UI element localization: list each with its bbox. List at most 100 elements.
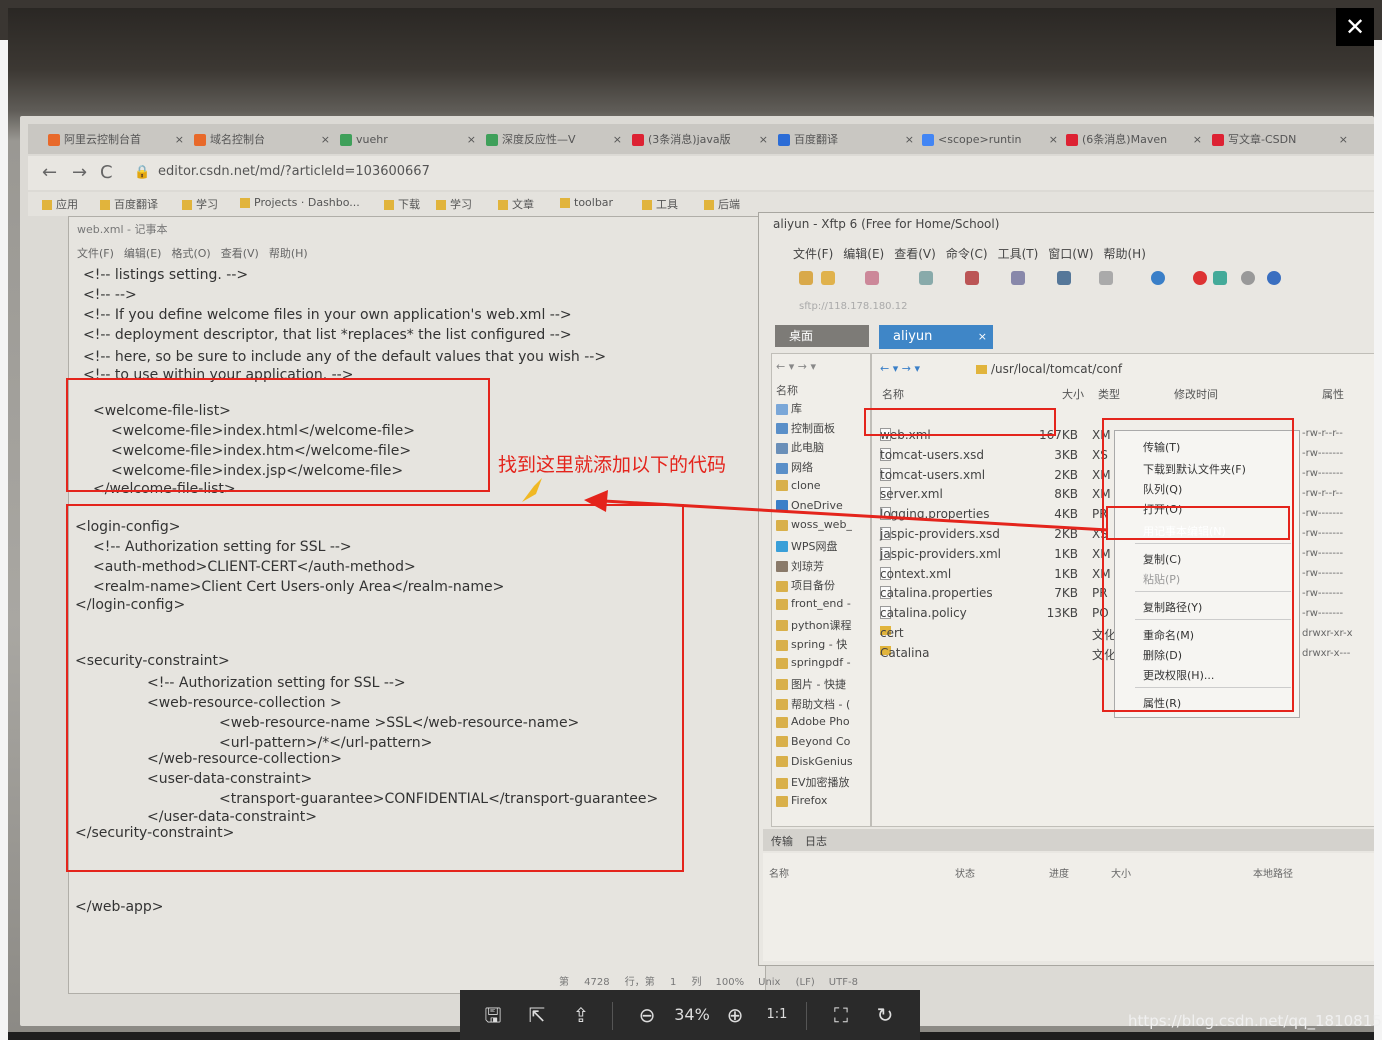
local-item[interactable]: 刘琼芳 [776, 558, 824, 574]
remote-nav-icons[interactable]: ← ▾ → ▾ [880, 362, 920, 375]
settings-icon[interactable] [1241, 271, 1255, 285]
local-item[interactable]: front_end - [776, 597, 851, 610]
xftp-menu-item[interactable]: 编辑(E) [843, 247, 884, 261]
back-icon[interactable]: ← [42, 162, 57, 183]
remote-column-header[interactable]: 修改时间 [1174, 386, 1218, 402]
transfer-icon[interactable] [1011, 271, 1025, 285]
local-item[interactable]: python课程 [776, 617, 851, 633]
tab-transfer[interactable]: 传输 [771, 833, 793, 849]
remote-column-header[interactable]: 属性 [1322, 386, 1344, 402]
local-item[interactable]: WPS网盘 [776, 538, 838, 554]
xftp-menu-item[interactable]: 文件(F) [793, 247, 833, 261]
xftp-menu-item[interactable]: 查看(V) [894, 247, 936, 261]
remote-path[interactable]: /usr/local/tomcat/conf [976, 362, 1122, 376]
local-nav-icons[interactable]: ← ▾ → ▾ [776, 360, 816, 373]
xftp-menu-item[interactable]: 窗口(W) [1048, 247, 1093, 261]
bookmark-item[interactable]: 百度翻译 [100, 196, 158, 212]
remote-column-header[interactable]: 名称 [882, 386, 904, 402]
help-icon[interactable] [1267, 271, 1281, 285]
new-session-icon[interactable] [799, 271, 813, 285]
browser-tab[interactable]: 写文章-CSDN × [1206, 128, 1352, 152]
local-item[interactable]: 此电脑 [776, 439, 824, 455]
local-item[interactable]: Beyond Co [776, 735, 850, 748]
local-item[interactable]: spring - 快 [776, 636, 847, 652]
forward-icon[interactable]: → [72, 162, 87, 183]
reload-icon[interactable]: C [100, 162, 113, 183]
save-icon[interactable]: 🖫 [478, 1000, 508, 1030]
tab-close-icon[interactable]: × [1049, 128, 1058, 152]
url-text[interactable]: editor.csdn.net/md/?articleId=103600667 [158, 164, 430, 179]
xftp-menu-item[interactable]: 工具(T) [998, 247, 1039, 261]
close-viewer-button[interactable]: ✕ [1336, 8, 1374, 46]
browser-tab[interactable]: <scope>runtin × [916, 128, 1062, 152]
local-item[interactable]: OneDrive [776, 499, 843, 512]
local-item[interactable]: Firefox [776, 794, 827, 807]
local-item[interactable]: DiskGenius [776, 755, 853, 768]
tab-close-icon[interactable]: × [905, 128, 914, 152]
browser-tab[interactable]: vuehr × [334, 128, 480, 152]
bookmark-item[interactable]: 应用 [42, 196, 78, 212]
tab-close-icon[interactable]: × [321, 128, 330, 152]
local-item[interactable]: 网络 [776, 459, 813, 475]
tab-desktop[interactable]: 桌面 [775, 325, 869, 347]
remote-column-header[interactable]: 类型 [1098, 386, 1120, 402]
connect-icon[interactable] [865, 271, 879, 285]
local-item[interactable]: springpdf - [776, 656, 851, 669]
bookmark-item[interactable]: Projects · Dashbo... [240, 196, 360, 209]
bookmark-item[interactable]: toolbar [560, 196, 613, 209]
tab-close-icon[interactable]: × [467, 128, 476, 152]
local-item[interactable]: EV加密播放 [776, 774, 849, 790]
browser-tab[interactable]: 域名控制台 × [188, 128, 334, 152]
local-item[interactable]: 帮助文档 - ( [776, 696, 850, 712]
viewer-toolbar: 🖫 ⇱ ⇪ ⊖ 34% ⊕ 1:1 ⛶ ↻ [460, 990, 920, 1040]
local-item[interactable]: woss_web_ [776, 518, 852, 531]
xftp-icon[interactable] [1213, 271, 1227, 285]
browser-tab[interactable]: 阿里云控制台首 × [42, 128, 188, 152]
zoom-in-icon[interactable]: ⊕ [720, 1000, 750, 1030]
local-item[interactable]: 库 [776, 400, 802, 416]
lock-icon: 🔒 [134, 165, 151, 180]
close-tab-icon[interactable]: × [978, 325, 987, 349]
bookmark-item[interactable]: 后端 [704, 196, 740, 212]
tab-close-icon[interactable]: × [175, 128, 184, 152]
refresh-icon[interactable] [1057, 271, 1071, 285]
tab-label: (6条消息)Maven [1082, 133, 1168, 146]
local-item[interactable]: 图片 - 快捷 [776, 676, 846, 692]
browser-tab[interactable]: (6条消息)Maven × [1060, 128, 1206, 152]
tab-log[interactable]: 日志 [805, 833, 827, 849]
properties-icon[interactable] [1099, 271, 1113, 285]
local-item[interactable]: Adobe Pho [776, 715, 850, 728]
fit-screen-icon[interactable]: ⛶ [826, 1000, 856, 1030]
local-item-label: spring - 快 [791, 638, 848, 652]
actual-size-button[interactable]: 1:1 [762, 1000, 792, 1030]
bookmark-item[interactable]: 下载 [384, 196, 420, 212]
remote-column-header[interactable]: 大小 [1062, 386, 1084, 402]
xshell-icon[interactable] [1193, 271, 1207, 285]
share-icon[interactable]: ⇪ [566, 1000, 596, 1030]
browser-tab[interactable]: (3条消息)java版 × [626, 128, 772, 152]
bookmark-item[interactable]: 学习 [436, 196, 472, 212]
tab-close-icon[interactable]: × [613, 128, 622, 152]
globe-icon[interactable] [1151, 271, 1165, 285]
local-item[interactable]: 控制面板 [776, 420, 835, 436]
tab-aliyun[interactable]: aliyun × [879, 325, 993, 349]
open-in-icon[interactable]: ⇱ [522, 1000, 552, 1030]
local-item[interactable]: 项目备份 [776, 577, 835, 593]
tab-close-icon[interactable]: × [1193, 128, 1202, 152]
browser-tab[interactable]: 深度反应性—V × [480, 128, 626, 152]
sync-icon[interactable] [919, 271, 933, 285]
bookmark-item[interactable]: 工具 [642, 196, 678, 212]
xftp-menu-item[interactable]: 帮助(H) [1104, 247, 1146, 261]
local-item[interactable]: clone [776, 479, 821, 492]
stop-icon[interactable] [965, 271, 979, 285]
zoom-out-icon[interactable]: ⊖ [632, 1000, 662, 1030]
bookmark-item[interactable]: 文章 [498, 196, 534, 212]
bookmark-item[interactable]: 学习 [182, 196, 218, 212]
tab-close-icon[interactable]: × [1339, 128, 1348, 152]
rotate-icon[interactable]: ↻ [870, 1000, 900, 1030]
xftp-menu: 文件(F) 编辑(E) 查看(V) 命令(C) 工具(T) 窗口(W) 帮助(H) [793, 245, 1156, 262]
browser-tab[interactable]: 百度翻译 × [772, 128, 918, 152]
tab-close-icon[interactable]: × [759, 128, 768, 152]
xftp-menu-item[interactable]: 命令(C) [946, 247, 988, 261]
open-folder-icon[interactable] [821, 271, 835, 285]
